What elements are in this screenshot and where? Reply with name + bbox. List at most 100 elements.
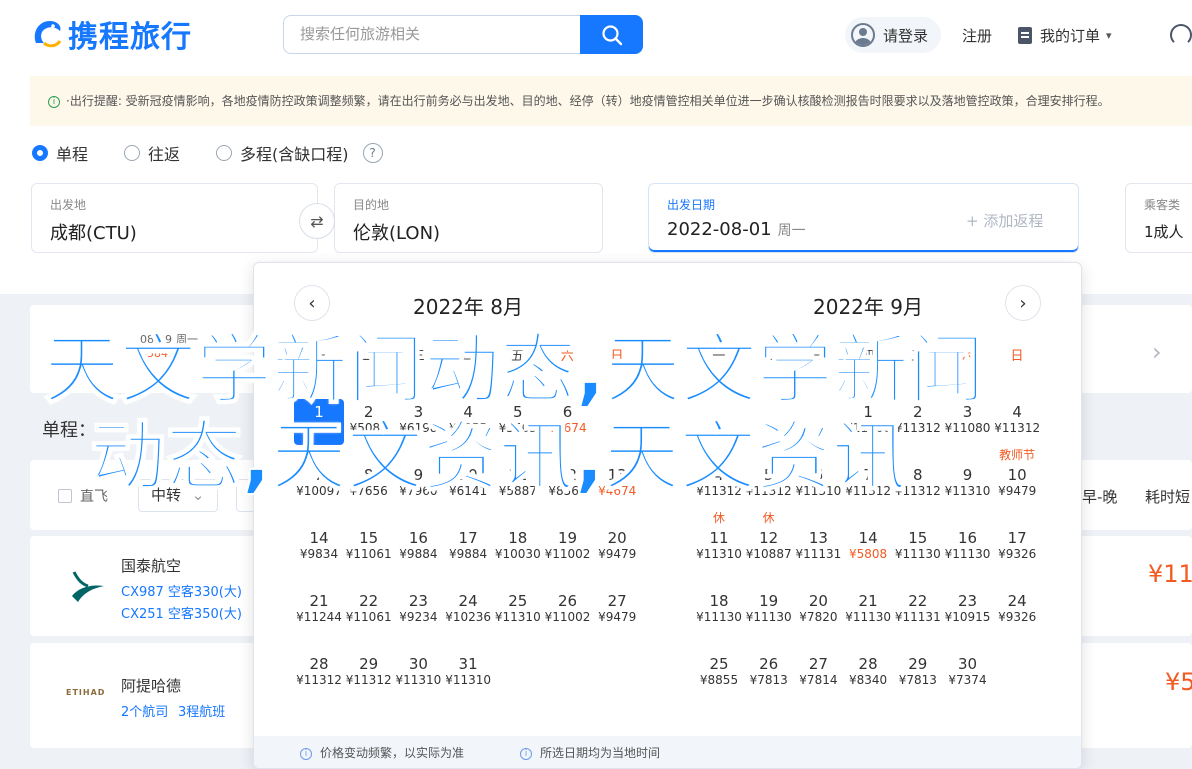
- calendar-day[interactable]: 19 ¥11130: [744, 592, 794, 625]
- trip-type-oneway[interactable]: 单程: [32, 141, 88, 165]
- chevron-right-icon[interactable]: ›: [1152, 338, 1162, 366]
- calendar-day[interactable]: 16 ¥11130: [943, 529, 993, 562]
- calendar-day[interactable]: 10 ¥6141: [443, 466, 493, 499]
- day-number: 21: [309, 592, 329, 610]
- calendar-day[interactable]: 6 ¥11310: [793, 466, 843, 499]
- calendar-day[interactable]: 29 ¥7813: [893, 655, 943, 688]
- calendar-day[interactable]: 27 ¥9479: [592, 592, 642, 625]
- add-return-button[interactable]: + 添加返程: [966, 210, 1043, 231]
- calendar-day[interactable]: 3 ¥11080: [943, 403, 993, 436]
- calendar-day[interactable]: 31 ¥11310: [443, 655, 493, 688]
- my-orders-dropdown[interactable]: 我的订单 ▾: [1018, 17, 1112, 53]
- calendar-day[interactable]: 2 ¥5086: [344, 403, 394, 436]
- calendar-day[interactable]: 25 ¥8855: [694, 655, 744, 688]
- calendar-day[interactable]: 22 ¥11061: [344, 592, 394, 625]
- date-strip-cell[interactable]: 08-29 周一 ¥5845: [140, 333, 198, 361]
- calendar-day[interactable]: 9 ¥7960: [393, 466, 443, 499]
- calendar-day[interactable]: 3 ¥6198: [393, 403, 443, 436]
- calendar-day[interactable]: 29 ¥11312: [344, 655, 394, 688]
- calendar-day[interactable]: 21 ¥11130: [843, 592, 893, 625]
- swap-cities-button[interactable]: ⇄: [299, 203, 335, 239]
- calendar-day[interactable]: 22 ¥11131: [893, 592, 943, 625]
- calendar-day[interactable]: 23 ¥9234: [393, 592, 443, 625]
- calendar-day[interactable]: 8 ¥11312: [893, 466, 943, 499]
- calendar-day[interactable]: 13 ¥11131: [793, 529, 843, 562]
- flight-number[interactable]: CX251 空客350(大): [121, 603, 242, 622]
- day-price: ¥11130: [696, 610, 742, 624]
- calendar-day[interactable]: 26 ¥7813: [744, 655, 794, 688]
- calendar-day[interactable]: 4 ¥5055: [443, 403, 493, 436]
- calendar-day[interactable]: 1 ¥294: [294, 399, 344, 445]
- day-number: 13: [607, 466, 627, 484]
- search-input[interactable]: 搜索任何旅游相关: [283, 15, 581, 54]
- calendar-day[interactable]: 24 ¥10236: [443, 592, 493, 625]
- segment-count[interactable]: 3程航班: [178, 701, 225, 720]
- calendar-day[interactable]: 4 ¥11312: [992, 403, 1042, 436]
- calendar-day[interactable]: 5 ¥11312: [744, 466, 794, 499]
- calendar-day[interactable]: 27 ¥7814: [793, 655, 843, 688]
- calendar-day[interactable]: 休 11 ¥11310: [694, 511, 744, 562]
- prev-month-button[interactable]: ‹: [294, 285, 330, 321]
- calendar-day[interactable]: 30 ¥11310: [393, 655, 443, 688]
- calendar-day[interactable]: 18 ¥11130: [694, 592, 744, 625]
- calendar-day[interactable]: 4 ¥11312: [694, 466, 744, 499]
- calendar-day[interactable]: 5 ¥5563: [493, 403, 543, 436]
- calendar-day[interactable]: 19 ¥11002: [543, 529, 593, 562]
- direct-only-checkbox[interactable]: 直飞: [58, 486, 108, 506]
- calendar-day[interactable]: 21 ¥11244: [294, 592, 344, 625]
- sort-duration[interactable]: 耗时短: [1145, 486, 1190, 507]
- trip-type-roundtrip[interactable]: 往返: [124, 141, 180, 165]
- calendar-day[interactable]: 12 ¥8563: [543, 466, 593, 499]
- calendar-day[interactable]: 20 ¥9479: [592, 529, 642, 562]
- airline-count[interactable]: 2个航司: [121, 701, 168, 720]
- day-price: ¥8563: [548, 484, 587, 498]
- flight-number[interactable]: CX987 空客330(大): [121, 581, 242, 600]
- day-number: 25: [709, 655, 729, 673]
- calendar-day[interactable]: 6 ¥4674: [543, 403, 593, 436]
- calendar-day[interactable]: 1 ¥11300: [843, 403, 893, 436]
- calendar-day[interactable]: 15 ¥11061: [344, 529, 394, 562]
- calendar-day[interactable]: 17 ¥9326: [992, 529, 1042, 562]
- customer-service-button[interactable]: [1170, 17, 1192, 53]
- login-button[interactable]: 请登录: [845, 17, 941, 53]
- departure-city-field[interactable]: 出发地 成都(CTU): [31, 183, 318, 253]
- calendar-day[interactable]: 18 ¥10030: [493, 529, 543, 562]
- next-month-button[interactable]: ›: [1005, 285, 1041, 321]
- calendar-day[interactable]: 15 ¥11130: [893, 529, 943, 562]
- calendar-day[interactable]: 28 ¥8340: [843, 655, 893, 688]
- help-icon[interactable]: ?: [362, 143, 383, 163]
- calendar-day[interactable]: 14 ¥9834: [294, 529, 344, 562]
- transfer-filter-dropdown[interactable]: 中转 ⌄: [138, 479, 218, 512]
- calendar-day[interactable]: 16 ¥9884: [393, 529, 443, 562]
- trip-type-multicity[interactable]: 多程(含缺口程): [216, 141, 349, 165]
- calendar-day[interactable]: 教师节 10 ¥9479: [992, 448, 1042, 499]
- logo[interactable]: 携程旅行: [30, 12, 192, 56]
- dropdown-label: 中转: [151, 486, 182, 504]
- sort-early-late[interactable]: 早-晚: [1082, 486, 1117, 507]
- passenger-field[interactable]: 乘客类 1成人: [1125, 183, 1192, 253]
- calendar-day[interactable]: 17 ¥9884: [443, 529, 493, 562]
- arrival-city-field[interactable]: 目的地 伦敦(LON): [334, 183, 603, 253]
- search-button[interactable]: [580, 15, 643, 54]
- calendar-day[interactable]: 30 ¥7374: [943, 655, 993, 688]
- day-price: ¥11061: [345, 547, 392, 561]
- calendar-day[interactable]: 26 ¥11002: [543, 592, 593, 625]
- calendar-day[interactable]: 2 ¥11312: [893, 403, 943, 436]
- calendar-day[interactable]: 8 ¥7656: [344, 466, 394, 499]
- calendar-day[interactable]: 11 ¥5887: [493, 466, 543, 499]
- calendar-day[interactable]: 7 ¥11312: [843, 466, 893, 499]
- day-number: 28: [309, 655, 329, 673]
- calendar-day[interactable]: 28 ¥11312: [294, 655, 344, 688]
- calendar-day[interactable]: 7 ¥10097: [294, 466, 344, 499]
- register-link[interactable]: 注册: [962, 17, 992, 53]
- calendar-day[interactable]: 14 ¥5808: [843, 529, 893, 562]
- calendar-day[interactable]: 25 ¥11310: [493, 592, 543, 625]
- day-number: 11: [709, 529, 729, 547]
- calendar-day[interactable]: 休 12 ¥10887: [744, 511, 794, 562]
- calendar-day[interactable]: 24 ¥9326: [992, 592, 1042, 625]
- calendar-day[interactable]: 9 ¥11310: [943, 466, 993, 499]
- calendar-day[interactable]: 13 ¥4674: [592, 466, 642, 499]
- calendar-day[interactable]: 23 ¥10915: [943, 592, 993, 625]
- day-number: 19: [557, 529, 578, 547]
- calendar-day[interactable]: 20 ¥7820: [793, 592, 843, 625]
